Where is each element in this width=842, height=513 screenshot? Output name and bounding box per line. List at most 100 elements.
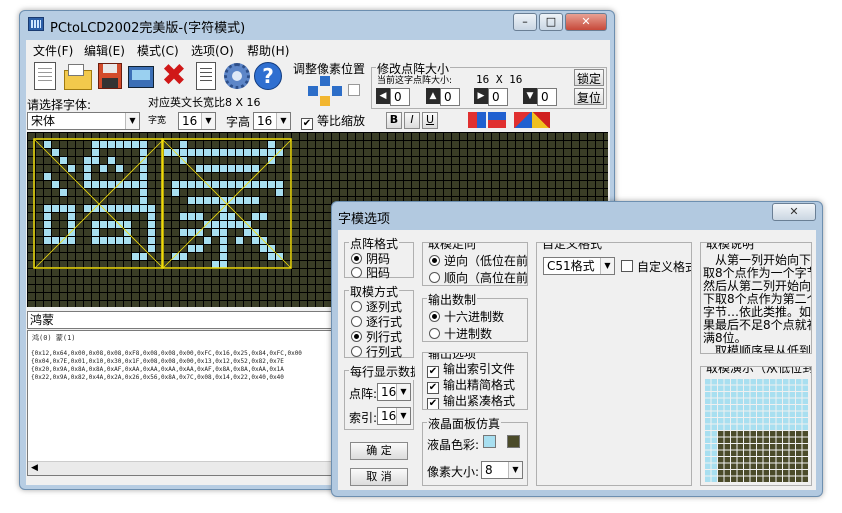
- ok-button[interactable]: 确 定: [350, 442, 408, 460]
- lcd-pixel: [68, 301, 75, 307]
- center-icon[interactable]: [348, 84, 360, 96]
- stepper-left-icon[interactable]: ◀: [376, 88, 390, 104]
- document-icon[interactable]: [190, 60, 222, 92]
- radio-positive[interactable]: 阳码: [351, 264, 390, 281]
- help-icon[interactable]: ?: [252, 60, 284, 92]
- checkbox-tight-format[interactable]: ✔ 输出紧凑格式: [427, 392, 515, 409]
- index-count-select[interactable]: 16 ▼: [377, 407, 411, 425]
- lcd-pixel: [540, 181, 547, 188]
- flip-horizontal-icon[interactable]: [468, 112, 486, 128]
- demo-pixel: [705, 476, 711, 482]
- menu-options[interactable]: 选项(O): [191, 42, 234, 59]
- reset-button[interactable]: 复位: [574, 88, 604, 105]
- demo-pixel: [783, 457, 789, 463]
- move-down-icon[interactable]: [320, 96, 330, 106]
- radio-forward[interactable]: 顺向（高位在前）: [429, 269, 527, 285]
- lcd-color-on-swatch[interactable]: [483, 435, 496, 448]
- radio-mode-row-column[interactable]: 行列式: [351, 343, 402, 360]
- move-left-icon[interactable]: [308, 86, 318, 96]
- lcd-pixel: [332, 165, 339, 172]
- dialog-close-button[interactable]: ✕: [772, 203, 816, 221]
- underline-button[interactable]: U: [422, 112, 438, 129]
- scale-checkbox[interactable]: ✔ 等比缩放: [301, 112, 365, 130]
- demo-pixel: [744, 424, 750, 430]
- lcd-pixel: [60, 149, 67, 156]
- demo-pixel: [802, 405, 808, 411]
- lcd-pixel: [52, 285, 59, 292]
- lcd-pixel: [156, 269, 163, 276]
- demo-pixel: [718, 379, 724, 385]
- italic-button[interactable]: I: [404, 112, 420, 129]
- lcd-pixel: [340, 133, 347, 140]
- lcd-color-off-swatch[interactable]: [507, 435, 520, 448]
- stepper-up-icon[interactable]: ▲: [426, 88, 440, 104]
- rotate-icon[interactable]: [514, 112, 532, 128]
- font-select[interactable]: 宋体 ▼: [27, 112, 140, 130]
- demo-pixel: [744, 405, 750, 411]
- minimize-button[interactable]: –: [513, 13, 537, 31]
- demo-pixel: [796, 418, 802, 424]
- settings-gear-icon[interactable]: [221, 60, 253, 92]
- radio-decimal[interactable]: 十进制数: [429, 325, 492, 342]
- adjust-arrows[interactable]: [292, 76, 364, 106]
- demo-pixel: [757, 379, 763, 385]
- demo-pixel: [724, 398, 730, 404]
- char-height-select[interactable]: 16 ▼: [253, 112, 291, 130]
- lcd-pixel: [124, 165, 131, 172]
- new-file-icon[interactable]: [30, 60, 62, 92]
- lcd-pixel: [36, 285, 43, 292]
- save-disk-icon[interactable]: [94, 60, 126, 92]
- menu-file[interactable]: 文件(F): [33, 42, 73, 59]
- lcd-pixel: [44, 157, 51, 164]
- stepper-up[interactable]: 0: [440, 88, 460, 106]
- lcd-pixel: [44, 181, 51, 188]
- demo-pixel: [802, 385, 808, 391]
- move-up-icon[interactable]: [320, 76, 330, 86]
- menu-edit[interactable]: 编辑(E): [84, 42, 125, 59]
- lcd-pixel: [300, 197, 307, 204]
- demo-pixel: [776, 470, 782, 476]
- menu-help[interactable]: 帮助(H): [247, 42, 289, 59]
- char-width-select[interactable]: 16 ▼: [178, 112, 216, 130]
- move-right-icon[interactable]: [332, 86, 342, 96]
- lcd-pixel: [244, 237, 251, 244]
- lcd-pixel: [372, 149, 379, 156]
- stepper-right-icon[interactable]: ▶: [474, 88, 488, 104]
- stepper-down[interactable]: 0: [537, 88, 557, 106]
- demo-pixel: [711, 470, 717, 476]
- dot-count-select[interactable]: 16 ▼: [377, 383, 411, 401]
- stepper-left[interactable]: 0: [390, 88, 410, 106]
- lcd-pixel: [420, 133, 427, 140]
- lcd-pixel: [188, 189, 195, 196]
- lock-button[interactable]: 锁定: [574, 69, 604, 86]
- lcd-pixel: [164, 181, 171, 188]
- bold-button[interactable]: B: [386, 112, 402, 129]
- stepper-down-icon[interactable]: ▼: [523, 88, 537, 104]
- menu-mode[interactable]: 模式(C): [137, 42, 179, 59]
- lcd-pixel: [308, 261, 315, 268]
- scroll-left-icon[interactable]: ◀: [31, 463, 38, 473]
- invert-icon[interactable]: [532, 112, 550, 128]
- demo-pixel: [737, 379, 743, 385]
- lcd-pixel: [164, 293, 171, 300]
- format-select[interactable]: C51格式 ▼: [543, 257, 615, 275]
- demo-pixel: [796, 398, 802, 404]
- generate-icon[interactable]: [126, 60, 158, 92]
- lcd-pixel: [140, 261, 147, 268]
- demo-pixel: [711, 392, 717, 398]
- lcd-pixel: [212, 149, 219, 156]
- cancel-button[interactable]: 取 消: [350, 468, 408, 486]
- flip-vertical-icon[interactable]: [488, 112, 506, 128]
- custom-format-checkbox[interactable]: 自定义格式: [621, 258, 691, 275]
- maximize-button[interactable]: □: [539, 13, 563, 31]
- close-button[interactable]: ✕: [565, 13, 607, 31]
- lcd-pixel: [580, 149, 587, 156]
- stepper-right[interactable]: 0: [488, 88, 508, 106]
- pixel-size-select[interactable]: 8 ▼: [481, 461, 523, 479]
- radio-reverse[interactable]: 逆向（低位在前）: [429, 252, 527, 269]
- radio-hex[interactable]: 十六进制数: [429, 308, 504, 325]
- lcd-pixel: [540, 133, 547, 140]
- lcd-pixel: [404, 141, 411, 148]
- delete-x-icon[interactable]: ✖: [158, 60, 190, 92]
- open-folder-icon[interactable]: [62, 60, 94, 92]
